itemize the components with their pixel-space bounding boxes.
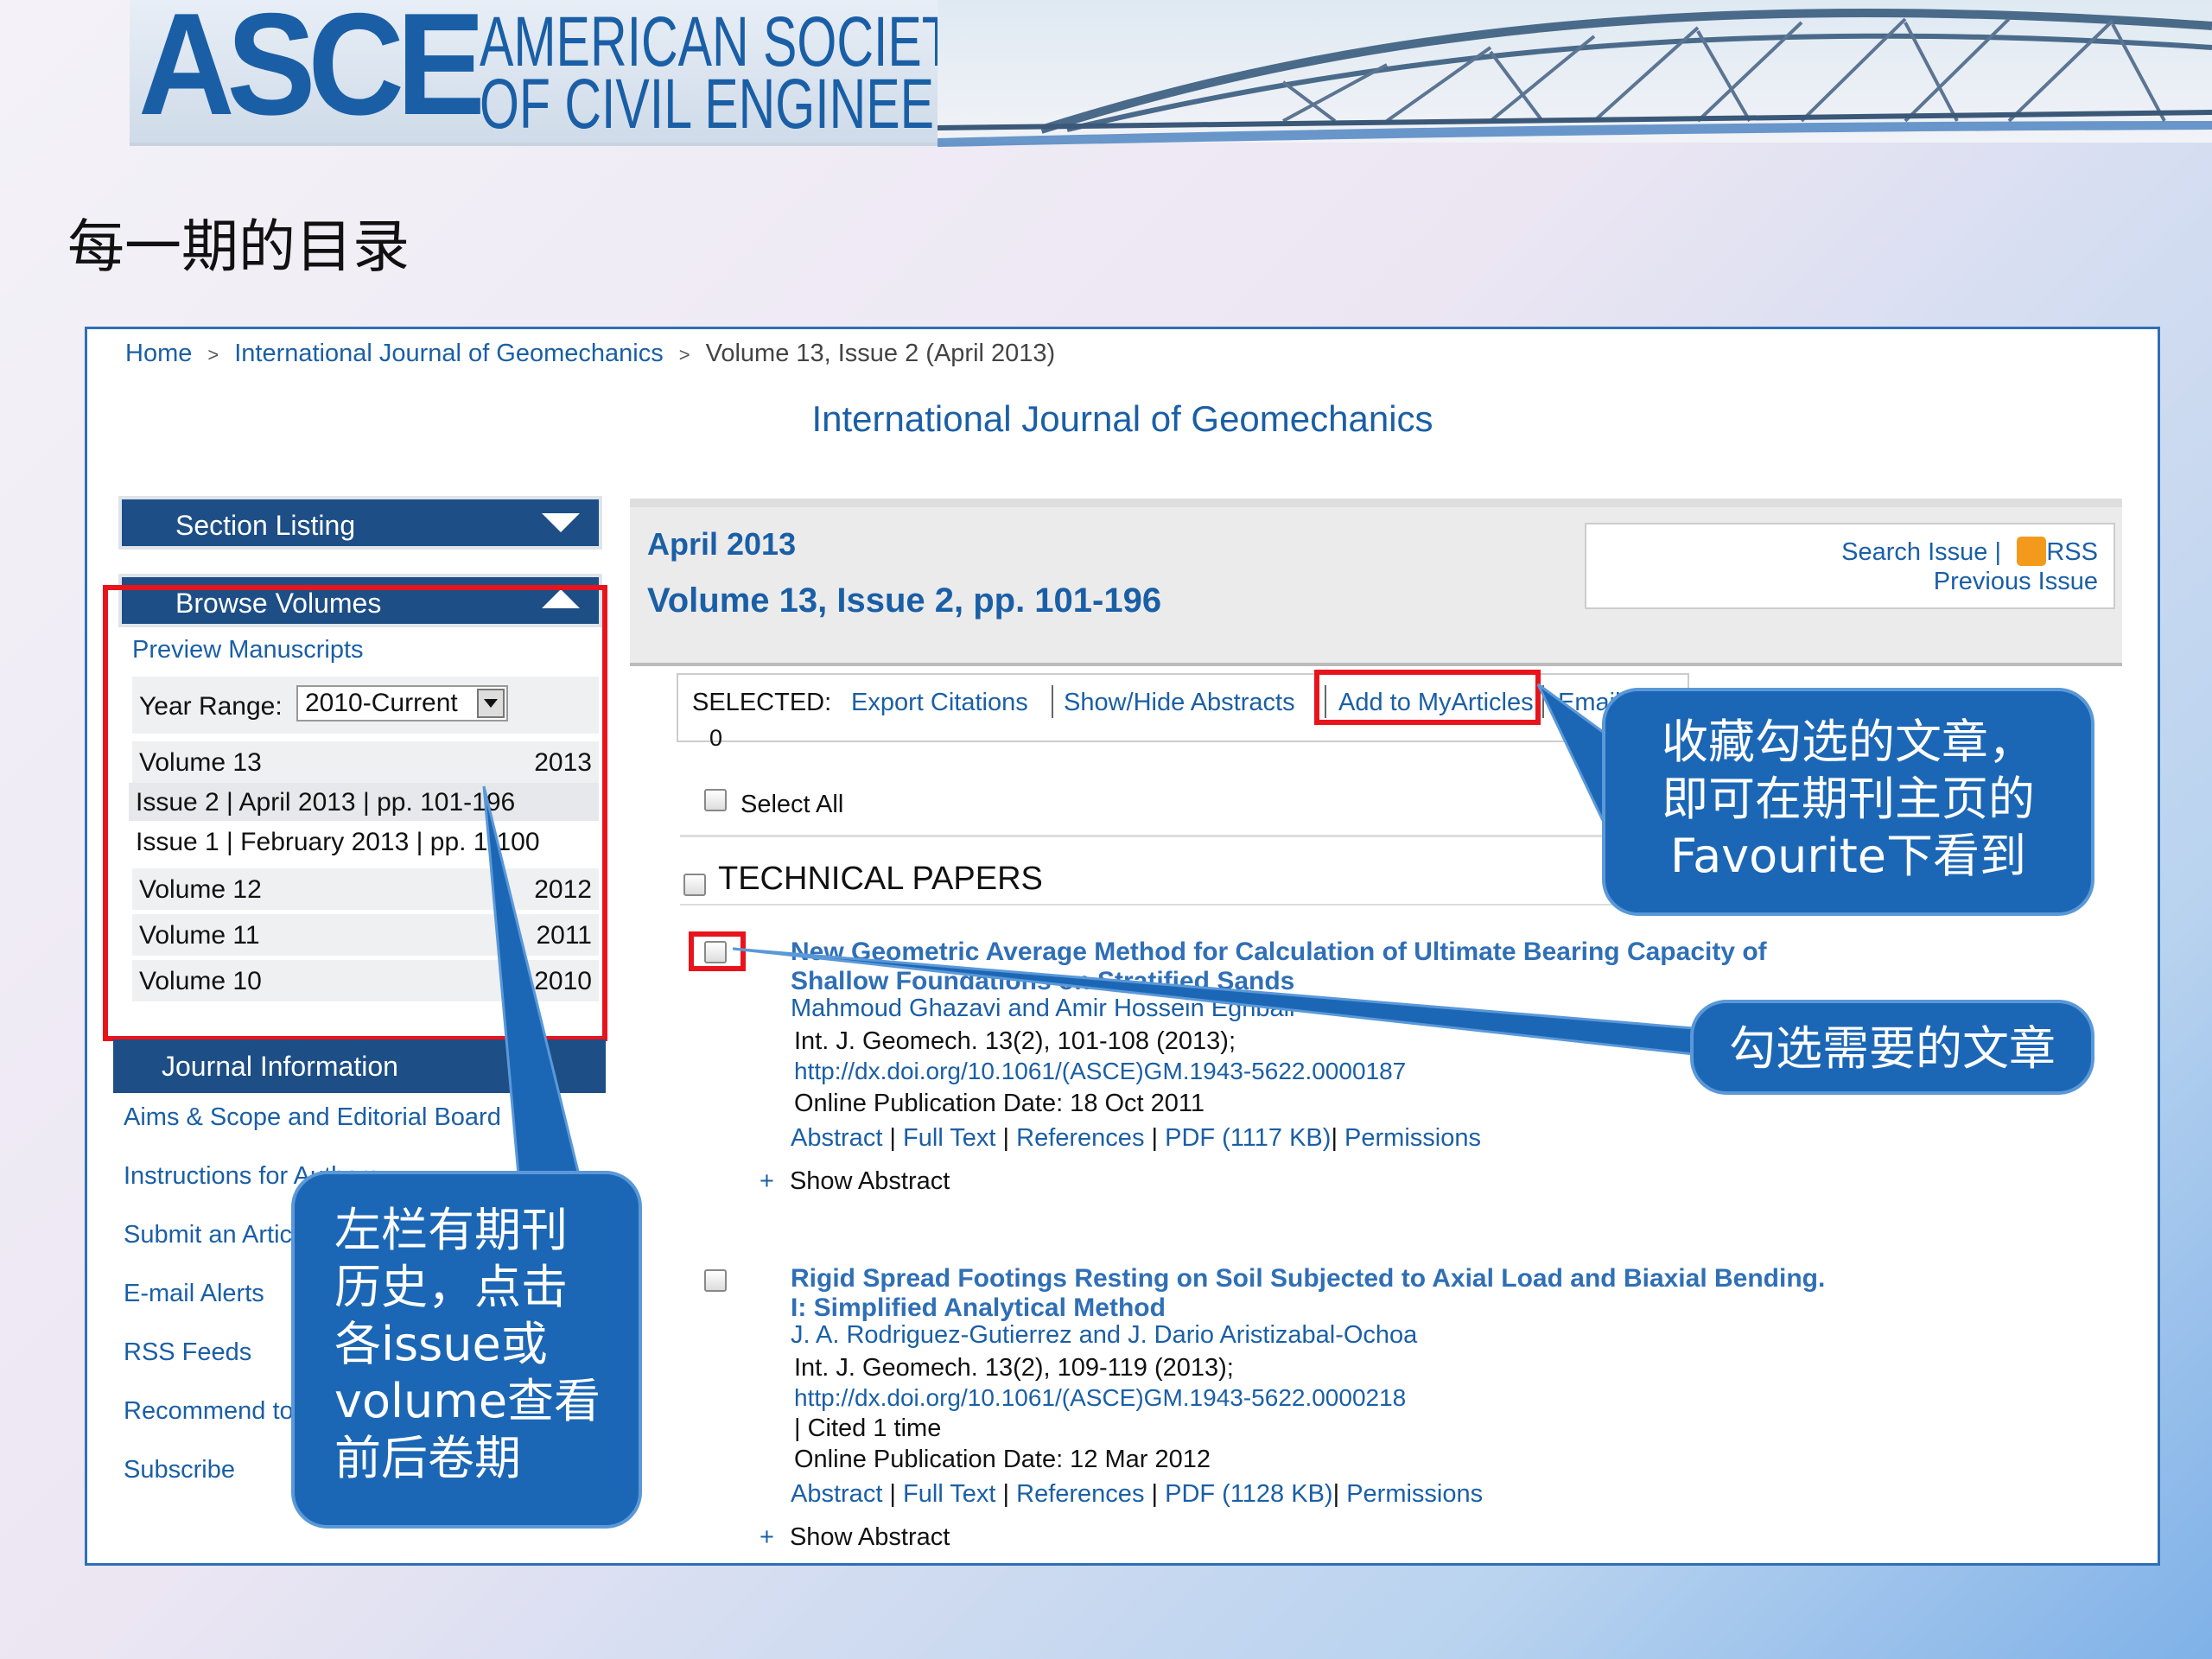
history-callout-pointer bbox=[482, 785, 581, 1177]
favourite-callout: 收藏勾选的文章， 即可在期刊主页的 Favourite下看到 bbox=[1602, 688, 2094, 916]
favourite-callout-text: 收藏勾选的文章， 即可在期刊主页的 Favourite下看到 bbox=[1662, 715, 2035, 883]
select-callout-text: 勾选需要的文章 bbox=[1729, 1021, 2056, 1076]
history-callout: 左栏有期刊 历史，点击 各issue或 volume查看 前后卷期 bbox=[291, 1171, 642, 1529]
select-callout-pointer bbox=[732, 947, 1695, 1056]
history-callout-text: 左栏有期刊 历史，点击 各issue或 volume查看 前后卷期 bbox=[334, 1203, 601, 1485]
select-callout: 勾选需要的文章 bbox=[1690, 1000, 2094, 1095]
